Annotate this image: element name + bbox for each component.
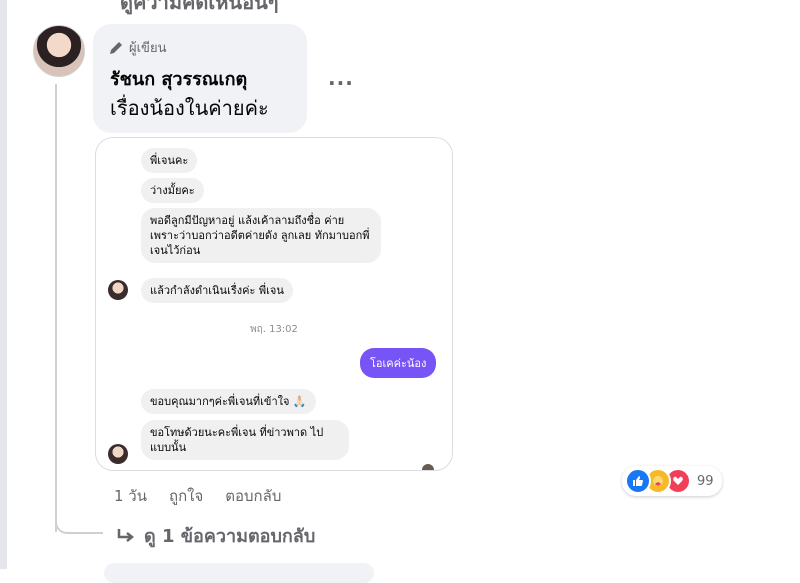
- chat-message: พอดีลูกมีปัญหาอยู่ แล้งเค้าลามถึงชื่อ ค่…: [141, 208, 381, 263]
- chat-avatar: [108, 280, 128, 300]
- reply-arrow-icon: [117, 528, 135, 542]
- chat-avatar: [108, 444, 128, 464]
- chat-message: แล้วกำลังดำเนินเรื่งค่ะ พี่เจน: [141, 278, 293, 303]
- thread-line: [55, 84, 57, 532]
- reply-button[interactable]: ตอบกลับ: [225, 484, 281, 508]
- reactions-summary[interactable]: 99: [622, 466, 722, 496]
- chat-message-outgoing: โอเคค่ะน้อง: [360, 348, 437, 378]
- chat-message: ขอบคุณมากๆค่ะพี่เจนที่เข้าใจ 🙏🏻: [141, 389, 316, 414]
- comment-time[interactable]: 1 วัน: [114, 484, 147, 508]
- author-badge-label: ผู้เขียน: [129, 41, 167, 56]
- like-icon: [625, 468, 651, 494]
- reaction-count: 99: [697, 473, 714, 489]
- next-comment-bubble: [104, 563, 374, 583]
- thread-connector: [55, 512, 103, 534]
- previous-comments-link[interactable]: ดูความคิดเห็นอื่นๆ: [120, 0, 279, 18]
- more-options-button[interactable]: ...: [328, 66, 354, 90]
- view-replies-link[interactable]: ดู 1 ข้อความตอบกลับ: [116, 521, 315, 550]
- commenter-avatar[interactable]: [33, 25, 85, 77]
- like-button[interactable]: ถูกใจ: [169, 484, 203, 508]
- commenter-name[interactable]: รัชนก สุวรรณเกตุ: [110, 64, 247, 93]
- chat-message: ว่างมั้ยคะ: [141, 178, 204, 203]
- chat-seen-avatar: [422, 464, 434, 470]
- author-badge: ผู้เขียน: [108, 37, 166, 58]
- view-replies-label: ดู 1 ข้อความตอบกลับ: [144, 526, 316, 547]
- pencil-icon: [110, 41, 122, 54]
- comment-text: เรื่องน้องในค่ายค่ะ: [110, 96, 269, 120]
- comment-actions: 1 วัน ถูกใจ ตอบกลับ: [114, 484, 281, 508]
- chat-message: ขอโทษด้วยนะคะพี่เจน ที่ข่าวพาด ไปแบบนั้น: [141, 420, 349, 460]
- comment-image[interactable]: พี่เจนคะ ว่างมั้ยคะ พอดีลูกมีปัญหาอยู่ แ…: [95, 137, 453, 471]
- chat-timestamp: พฤ. 13:02: [250, 324, 298, 335]
- comment-bubble: ผู้เขียน รัชนก สุวรรณเกตุ เรื่องน้องในค่…: [93, 24, 307, 133]
- chat-message: พี่เจนคะ: [141, 148, 198, 173]
- page-left-rail: [0, 0, 7, 569]
